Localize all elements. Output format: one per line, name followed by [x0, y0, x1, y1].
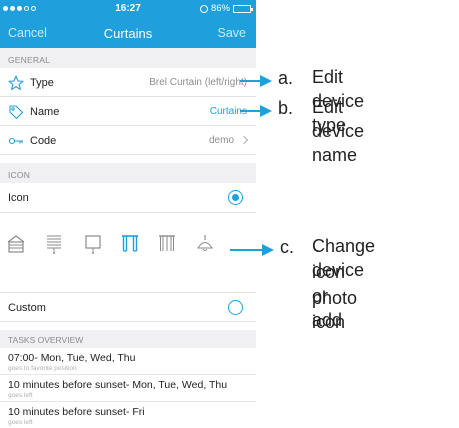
curtain-outline-icon[interactable] — [158, 233, 176, 255]
curtain-icon[interactable] — [121, 233, 139, 255]
task-item[interactable]: 10 minutes before sunset- Fri goes left — [0, 403, 256, 428]
tasks-section-header: TASKS OVERVIEW — [0, 330, 256, 348]
general-section-header: GENERAL — [0, 48, 256, 68]
awning-icon[interactable] — [7, 233, 25, 255]
task-title: 10 minutes before sunset- Fri — [8, 406, 145, 418]
annotation-arrow-head — [262, 244, 274, 256]
annotation-arrow-head — [260, 105, 272, 117]
type-value: Brel Curtain (left/right) — [149, 77, 247, 88]
task-title: 07:00- Mon, Tue, Wed, Thu — [8, 352, 136, 364]
name-row[interactable]: Name Curtains — [0, 97, 256, 126]
annotation-text: Edit device name — [312, 97, 365, 165]
annotation-arrow-line — [240, 110, 262, 112]
custom-icon-row[interactable]: Custom — [0, 292, 256, 322]
status-bar: 16:27 86% — [0, 0, 256, 18]
task-subtitle: goes left — [8, 419, 33, 426]
icon-section-header: ICON — [0, 163, 256, 183]
annotation-arrow-head — [260, 75, 272, 87]
type-row[interactable]: Type Brel Curtain (left/right) — [0, 68, 256, 97]
name-label: Name — [30, 106, 60, 118]
save-button[interactable]: Save — [218, 26, 247, 40]
code-row[interactable]: Code demo — [0, 126, 256, 155]
annotation-text-line-3: photo icon — [312, 288, 358, 332]
phone-screen: 16:27 86% Cancel Curtains Save GENERAL T… — [0, 0, 256, 428]
annotation-letter: a. — [278, 68, 294, 88]
tag-icon — [9, 105, 24, 120]
task-subtitle: goes left — [8, 392, 33, 399]
key-icon — [8, 137, 23, 145]
type-label: Type — [30, 77, 54, 89]
annotation-letter: c. — [280, 237, 295, 257]
roller-screen-icon[interactable] — [84, 233, 102, 255]
task-title: 10 minutes before sunset- Mon, Tue, Wed,… — [8, 379, 228, 391]
annotation-arrow-line — [240, 80, 262, 82]
task-item[interactable]: 10 minutes before sunset- Mon, Tue, Wed,… — [0, 376, 256, 402]
code-value: demo — [208, 135, 234, 146]
lamp-icon[interactable] — [196, 233, 214, 255]
icon-radio-selected[interactable] — [228, 190, 243, 205]
chevron-right-icon — [239, 135, 249, 145]
icon-option-label: Icon — [8, 192, 29, 204]
task-item[interactable]: 07:00- Mon, Tue, Wed, Thu goes to favori… — [0, 349, 256, 375]
icon-option-row[interactable]: Icon — [0, 183, 256, 213]
navigation-bar: Cancel Curtains Save — [0, 18, 256, 48]
task-subtitle: goes to favorite position — [8, 365, 77, 372]
custom-icon-label: Custom — [8, 302, 46, 314]
custom-icon-radio[interactable] — [228, 300, 243, 315]
battery-icon — [233, 4, 253, 13]
battery-percent: 86% — [210, 3, 230, 14]
annotation-letter: b. — [278, 98, 294, 118]
star-icon — [8, 75, 24, 91]
code-label: Code — [30, 135, 57, 147]
venetian-blind-icon[interactable] — [45, 233, 63, 255]
icon-picker — [0, 218, 256, 288]
annotation-arrow-line — [230, 249, 264, 251]
alarm-icon — [199, 4, 208, 13]
